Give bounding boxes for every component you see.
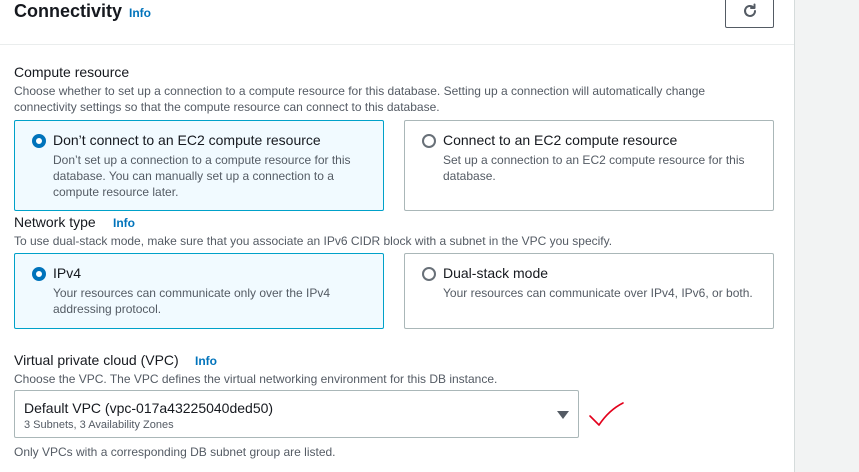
tile-dont-connect-ec2[interactable]: Don’t connect to an EC2 compute resource…: [14, 120, 384, 211]
tile-desc-line: database.: [443, 169, 496, 183]
tile-desc-line: Your resources can communicate only over…: [53, 286, 331, 300]
network-type-label: Network type: [14, 214, 96, 230]
tile-ipv4[interactable]: IPv4 Your resources can communicate only…: [14, 253, 384, 329]
network-type-info-link[interactable]: Info: [113, 216, 135, 230]
tile-description: Don’t set up a connection to a compute r…: [53, 152, 351, 200]
vpc-info-link[interactable]: Info: [195, 354, 217, 368]
tile-title: Don’t connect to an EC2 compute resource: [53, 132, 321, 148]
tile-desc-line: Don’t set up a connection to a compute r…: [53, 153, 351, 167]
vpc-label: Virtual private cloud (VPC): [14, 352, 179, 368]
radio-connect-ec2[interactable]: [422, 134, 436, 148]
caret-down-icon: [557, 411, 569, 419]
vpc-selected-subtext: 3 Subnets, 3 Availability Zones: [24, 419, 174, 431]
tile-desc-line: addressing protocol.: [53, 302, 162, 316]
vpc-description: Choose the VPC. The VPC defines the virt…: [14, 372, 498, 386]
tile-dual-stack[interactable]: Dual-stack mode Your resources can commu…: [404, 253, 774, 329]
vpc-selected-value: Default VPC (vpc-017a43225040ded50): [24, 400, 274, 416]
tile-desc-line: database. You can manually set up a conn…: [53, 169, 334, 183]
tile-description: Set up a connection to an EC2 compute re…: [443, 152, 745, 184]
refresh-button[interactable]: [725, 0, 774, 28]
tile-description: Your resources can communicate over IPv4…: [443, 285, 753, 301]
section-title: Connectivity: [14, 1, 123, 21]
radio-ipv4[interactable]: [32, 267, 46, 281]
tile-title: IPv4: [53, 265, 82, 281]
tile-title: Dual-stack mode: [443, 265, 549, 281]
compute-resource-label: Compute resource: [14, 64, 130, 80]
tile-title: Connect to an EC2 compute resource: [443, 132, 678, 148]
right-gutter: [794, 0, 859, 472]
connectivity-info-link[interactable]: Info: [129, 6, 151, 20]
refresh-icon: [743, 3, 756, 17]
network-type-description: To use dual-stack mode, make sure that y…: [14, 234, 613, 248]
tile-connect-ec2[interactable]: Connect to an EC2 compute resource Set u…: [404, 120, 774, 211]
section-header: Connectivity Info: [0, 0, 794, 45]
red-checkmark-annotation: [589, 402, 624, 426]
tile-desc-line: Set up a connection to an EC2 compute re…: [443, 153, 745, 167]
compute-resource-description-2: connectivity settings so that the comput…: [14, 100, 440, 114]
vpc-select[interactable]: Default VPC (vpc-017a43225040ded50) 3 Su…: [14, 390, 579, 438]
radio-dual-stack[interactable]: [422, 267, 436, 281]
tile-desc-line: compute resource later.: [53, 185, 179, 199]
tile-description: Your resources can communicate only over…: [53, 285, 330, 317]
tile-desc-line: Your resources can communicate over IPv4…: [443, 286, 753, 300]
vpc-footnote: Only VPCs with a corresponding DB subnet…: [14, 445, 336, 459]
radio-dont-connect-ec2[interactable]: [32, 134, 46, 148]
compute-resource-description-1: Choose whether to set up a connection to…: [14, 84, 706, 98]
